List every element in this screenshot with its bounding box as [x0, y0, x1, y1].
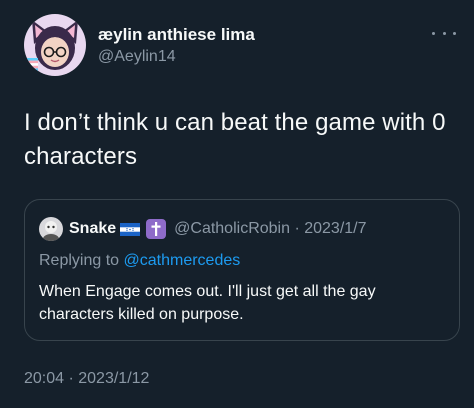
author-names: æylin anthiese lima @Aeylin14: [98, 25, 255, 67]
dot: [453, 31, 456, 35]
author-handle[interactable]: @Aeylin14: [98, 47, 255, 67]
quoted-date[interactable]: 2023/1/7: [304, 220, 366, 237]
replying-mention-link[interactable]: @cathmercedes: [124, 252, 241, 269]
quoted-tweet-text: When Engage comes out. I'll just get all…: [39, 283, 376, 323]
author-avatar[interactable]: [24, 14, 86, 76]
latin-cross-icon: [146, 219, 167, 239]
quoted-author-avatar[interactable]: [39, 217, 63, 241]
dot: [432, 31, 435, 35]
dot: [442, 31, 446, 35]
honduras-flag-icon: [120, 222, 141, 236]
replying-prefix: Replying to: [39, 252, 124, 269]
tweet-card: æylin anthiese lima @Aeylin14 I don’t th…: [0, 0, 474, 408]
tweet-text: I don’t think u can beat the game with 0…: [24, 109, 446, 170]
quoted-tweet[interactable]: Snake @CatholicRobin · 2023/1/7 Replying…: [24, 199, 460, 341]
tweet-header: æylin anthiese lima @Aeylin14: [24, 14, 464, 84]
cat-ear-avatar-icon: [24, 14, 86, 76]
separator: ·: [290, 220, 305, 237]
more-dots-icon[interactable]: [432, 28, 456, 38]
replying-to: Replying to @cathmercedes: [39, 252, 240, 270]
quoted-tweet-header: Snake @CatholicRobin · 2023/1/7: [39, 216, 367, 242]
quoted-author-handle[interactable]: @CatholicRobin: [174, 220, 290, 237]
quoted-author-name[interactable]: Snake: [69, 220, 116, 238]
author-display-name[interactable]: æylin anthiese lima: [98, 25, 255, 45]
quoted-handle-date: @CatholicRobin · 2023/1/7: [174, 220, 366, 238]
quoted-avatar-icon: [39, 217, 63, 241]
tweet-timestamp[interactable]: 20:04 · 2023/1/12: [24, 370, 149, 388]
